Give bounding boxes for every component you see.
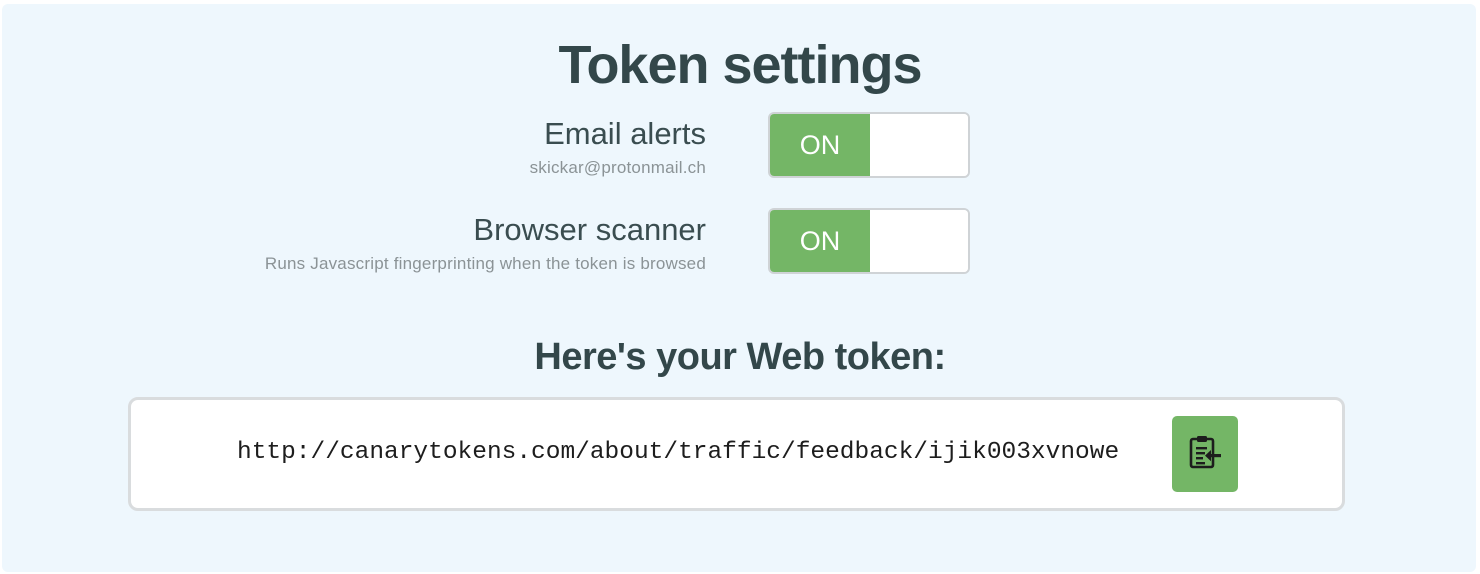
browser-scanner-toggle-on: ON xyxy=(770,210,870,272)
clipboard-copy-icon xyxy=(1188,434,1222,475)
email-alerts-toggle-on: ON xyxy=(770,114,870,176)
browser-scanner-toggle[interactable]: ON xyxy=(768,208,970,274)
email-alerts-label: Email alerts xyxy=(544,116,706,151)
token-url[interactable]: http://canarytokens.com/about/traffic/fe… xyxy=(237,439,1164,466)
token-box: http://canarytokens.com/about/traffic/fe… xyxy=(128,397,1345,511)
browser-scanner-toggle-off xyxy=(870,210,968,272)
page-title: Token settings xyxy=(558,35,922,95)
browser-scanner-label: Browser scanner xyxy=(473,212,706,247)
email-alerts-address: skickar@protonmail.ch xyxy=(529,158,706,177)
browser-scanner-description: Runs Javascript fingerprinting when the … xyxy=(264,254,706,273)
copy-token-button[interactable] xyxy=(1172,416,1238,492)
browser-scanner-setting: Browser scanner Runs Javascript fingerpr… xyxy=(265,212,706,274)
token-heading: Here's your Web token: xyxy=(534,336,946,378)
email-alerts-toggle[interactable]: ON xyxy=(768,112,970,178)
email-alerts-setting: Email alerts skickar@protonmail.ch xyxy=(530,116,706,178)
email-alerts-toggle-off xyxy=(870,114,968,176)
